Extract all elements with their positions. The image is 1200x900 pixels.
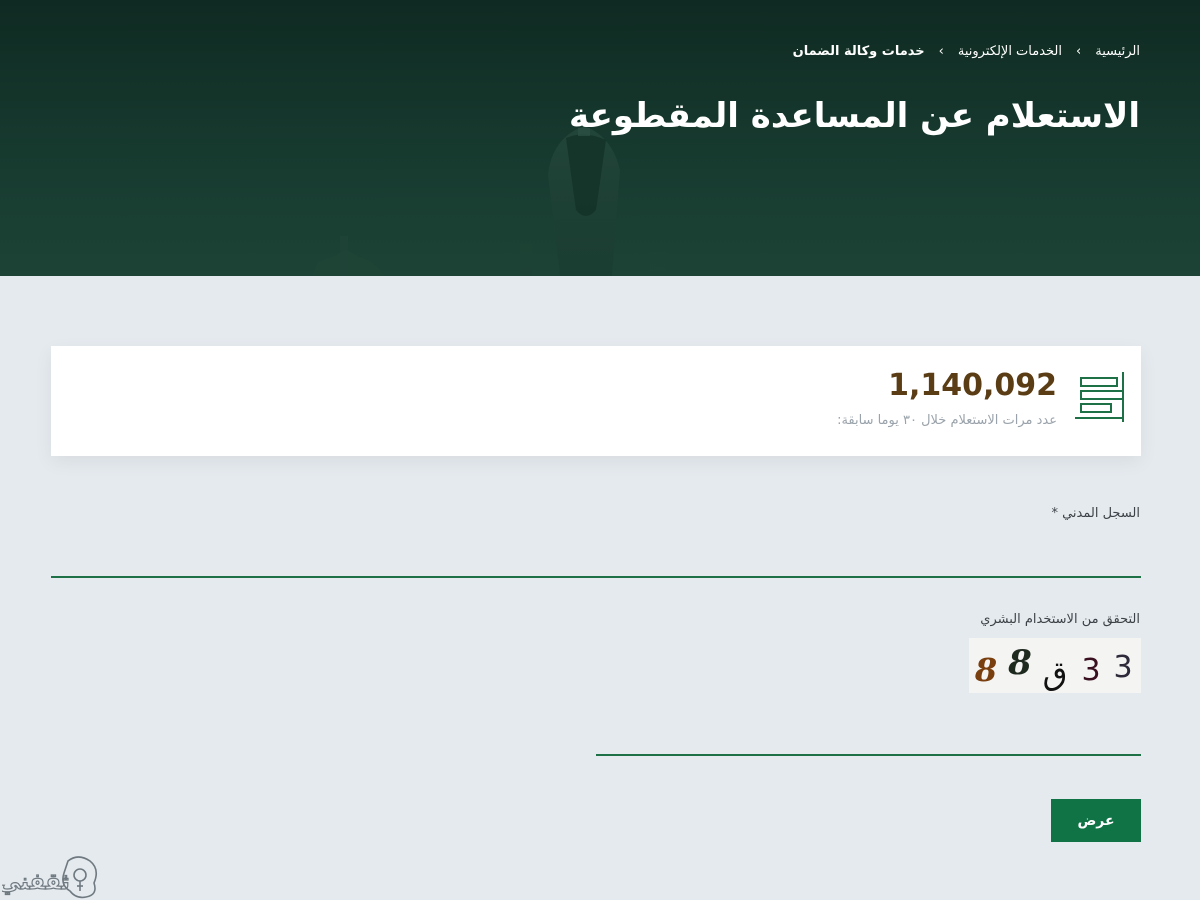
- civil-id-input[interactable]: [51, 540, 1141, 578]
- site-watermark: ثقفني: [2, 856, 98, 899]
- riyadh-skyline-background: [312, 126, 666, 276]
- submit-button[interactable]: عرض: [1051, 799, 1141, 842]
- page-header: الرئيسية › الخدمات الإلكترونية › خدمات و…: [0, 0, 1200, 276]
- captcha-char: 8: [1007, 643, 1032, 683]
- page-title: الاستعلام عن المساعدة المقطوعة: [568, 96, 1140, 136]
- bar-chart-icon: [1075, 372, 1124, 422]
- inquiry-stats-card: 1,140,092 عدد مرات الاستعلام خلال ٣٠ يوم…: [51, 346, 1141, 456]
- breadcrumb: الرئيسية › الخدمات الإلكترونية › خدمات و…: [793, 44, 1140, 59]
- captcha-input[interactable]: [596, 718, 1141, 756]
- captcha-label: التحقق من الاستخدام البشري: [980, 612, 1140, 627]
- inquiry-count-caption: عدد مرات الاستعلام خلال ٣٠ يوما سابقة:: [837, 413, 1057, 428]
- civil-id-label: السجل المدني *: [1051, 506, 1140, 521]
- breadcrumb-eservices[interactable]: الخدمات الإلكترونية: [958, 44, 1062, 59]
- captcha-char: 3: [1081, 653, 1100, 688]
- captcha-char: 3: [1113, 650, 1132, 685]
- captcha-char: 8: [974, 651, 997, 689]
- chevron-left-icon: ›: [1076, 44, 1082, 59]
- captcha-char: ق: [1043, 654, 1068, 692]
- captcha-image[interactable]: 3 3 ق 8 8: [969, 638, 1141, 693]
- breadcrumb-home[interactable]: الرئيسية: [1095, 44, 1140, 59]
- inquiry-count: 1,140,092: [888, 368, 1057, 403]
- breadcrumb-current: خدمات وكالة الضمان: [792, 44, 925, 59]
- watermark-text: ثقفني: [2, 870, 70, 895]
- chevron-left-icon: ›: [938, 44, 944, 59]
